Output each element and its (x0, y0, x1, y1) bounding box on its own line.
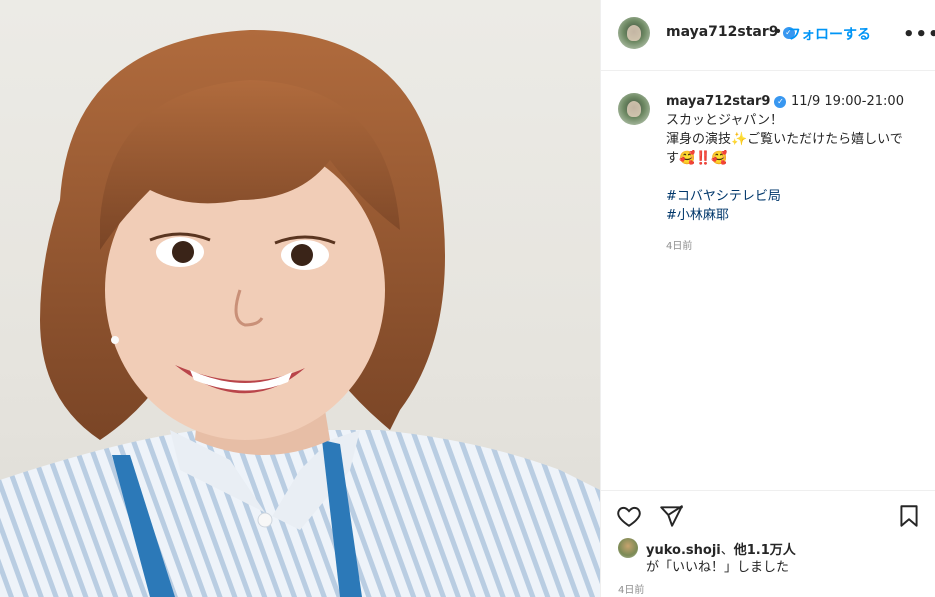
more-options-icon[interactable]: ••• (903, 24, 935, 45)
liker-avatar[interactable] (618, 538, 638, 558)
separator-dot: • (774, 24, 783, 40)
caption-avatar[interactable] (618, 93, 650, 125)
caption-timestamp: 4日前 (666, 241, 693, 252)
caption-text: maya712star9 ✓ 11/9 19:00-21:00スカッとジャパン！ … (666, 92, 914, 225)
hashtag-link[interactable]: #コバヤシテレビ局 (666, 187, 914, 206)
profile-avatar[interactable] (618, 17, 650, 49)
caption-username-text[interactable]: maya712star9 (666, 94, 770, 109)
post-photo[interactable] (0, 0, 600, 597)
bookmark-icon[interactable] (896, 503, 922, 529)
likes-summary: yuko.shoji、他1.1万人 (618, 538, 796, 558)
post-side-panel: maya712star9✓ • フォローする ••• maya712star9✓… (600, 0, 935, 597)
instagram-post: maya712star9✓ • フォローする ••• maya712star9✓… (0, 0, 935, 597)
portrait-illustration (0, 30, 600, 597)
hashtag-link[interactable]: #小林麻耶 (666, 206, 914, 225)
post-actions: yuko.shoji、他1.1万人 が「いいね！」しました 4日前 (601, 490, 935, 597)
caption-line-2: 渾身の演技✨ご覧いただけたら嬉しいです🥰‼️🥰 (666, 132, 903, 166)
follow-button[interactable]: フォローする (787, 24, 871, 44)
verified-badge-icon: ✓ (774, 96, 787, 108)
username-text[interactable]: maya712star9 (666, 24, 779, 40)
heart-icon[interactable] (616, 503, 642, 529)
post-timestamp[interactable]: 4日前 (618, 581, 644, 596)
post-header: maya712star9✓ • フォローする ••• (601, 0, 935, 71)
likes-suffix: が「いいね！」しました (646, 560, 790, 575)
likes-line: yuko.shoji、他1.1万人 (646, 539, 796, 558)
caption-username[interactable]: maya712star9 ✓ (666, 94, 791, 109)
paper-plane-icon[interactable] (658, 503, 684, 529)
